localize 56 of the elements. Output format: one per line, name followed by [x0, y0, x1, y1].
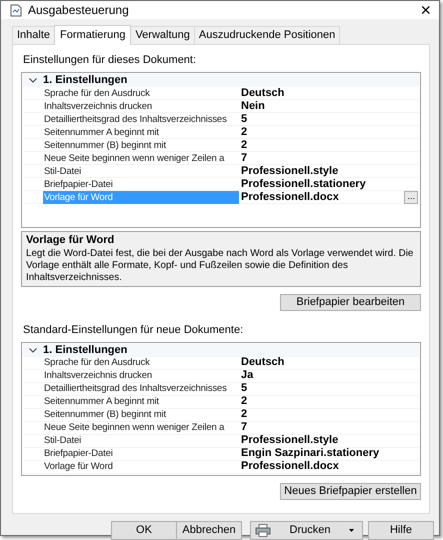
property-label[interactable]: Sprache für den Ausdruck: [43, 86, 239, 100]
property-value: Nein: [240, 100, 266, 113]
caret-icon[interactable]: [349, 529, 354, 532]
property-value: 7: [240, 421, 248, 435]
property-label[interactable]: Inhaltsverzeichnis drucken: [43, 369, 239, 382]
property-value: Ja: [240, 369, 254, 383]
property-label[interactable]: Briefpapier-Datei: [43, 178, 239, 191]
property-value: 2: [240, 408, 248, 422]
chevron-down-icon[interactable]: [29, 78, 37, 84]
section-heading: Einstellungen für dieses Dokument:: [22, 54, 198, 68]
property-value: Professionell.docx: [240, 460, 340, 474]
action-button[interactable]: Neues Briefpapier erstellen: [280, 482, 421, 500]
dialog-button[interactable]: Hilfe: [368, 521, 434, 540]
property-label[interactable]: Neue Seite beginnen wenn weniger Zeilen a: [43, 421, 239, 434]
property-label[interactable]: Sprache für den Ausdruck: [43, 356, 239, 370]
property-value: 5: [240, 112, 248, 126]
document-icon: [10, 4, 22, 16]
property-label[interactable]: Briefpapier-Datei: [43, 447, 239, 460]
property-value: Professionell.style: [240, 164, 340, 178]
window-title: Ausgabesteuerung: [28, 2, 130, 18]
action-button[interactable]: Briefpapier bearbeiten: [280, 294, 421, 311]
property-value: 2: [240, 395, 248, 409]
property-value: Professionell.stationery: [240, 178, 367, 191]
property-value: 2: [240, 138, 248, 152]
property-label[interactable]: Seitennummer (B) beginnt mit: [43, 138, 239, 152]
property-label[interactable]: Seitennummer A beginnt mit: [43, 126, 239, 139]
property-label[interactable]: Detailliertheitsgrad des Inhaltsverzeichnisses: [43, 112, 239, 126]
tab[interactable]: Inhalte: [12, 26, 56, 44]
property-value: Engin Sazpinari.stationery: [240, 447, 380, 461]
printer-icon: [255, 524, 271, 538]
dialog-button[interactable]: OK: [111, 521, 177, 540]
property-label[interactable]: Detailliertheitsgrad des Inhaltsverzeichnisses: [43, 382, 239, 396]
print-button[interactable]: Drucken: [250, 521, 363, 540]
chevron-down-icon[interactable]: [29, 348, 37, 353]
property-label[interactable]: Inhaltsverzeichnis drucken: [43, 100, 239, 113]
property-label[interactable]: Seitennummer (B) beginnt mit: [43, 408, 239, 422]
dialog-button[interactable]: Abbrechen: [176, 521, 242, 540]
property-value: 7: [240, 152, 248, 165]
property-label[interactable]: Stil-Datei: [43, 434, 239, 448]
property-value: Professionell.docx: [240, 190, 340, 204]
property-label[interactable]: Neue Seite beginnen wenn weniger Zeilen a: [43, 152, 239, 165]
tab[interactable]: Formatierung: [54, 25, 132, 46]
description-title: Vorlage für Word: [26, 234, 116, 248]
property-value: Professionell.style: [240, 434, 340, 448]
property-value: 5: [240, 382, 248, 396]
browse-button[interactable]: ...: [404, 190, 418, 204]
property-label[interactable]: Vorlage für Word: [43, 460, 239, 474]
close-button[interactable]: ×: [420, 1, 431, 19]
property-label[interactable]: Stil-Datei: [43, 164, 239, 178]
property-value: Deutsch: [240, 356, 286, 370]
property-value: Deutsch: [240, 86, 286, 100]
description-text: Legt die Word-Datei fest, die bei der Ausgabe nach Word als Vorlage verwendet wird. Die Vorlage enthält alle Formate, Kopf- und Fußzeilen sowie die Definition des Inhaltsverzeichnisses.: [26, 248, 414, 284]
property-value: 2: [240, 126, 248, 139]
property-label[interactable]: Seitennummer A beginnt mit: [43, 395, 239, 408]
section-heading: Standard-Einstellungen für neue Dokumente:: [22, 324, 244, 338]
tab[interactable]: Auszudruckende Positionen: [194, 26, 340, 44]
